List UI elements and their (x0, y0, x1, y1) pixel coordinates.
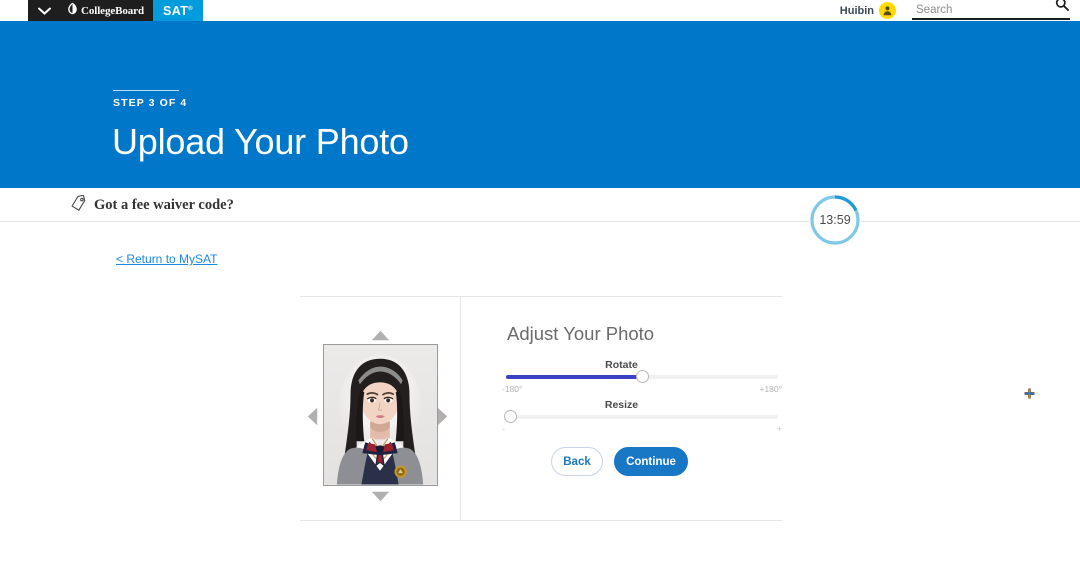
resize-slider-ticks: - + (502, 424, 782, 436)
resize-slider-handle[interactable] (504, 410, 517, 423)
tag-icon (70, 194, 87, 216)
photo-adjust-section: Adjust Your Photo Rotate -180° +180° Res… (461, 297, 782, 520)
search-box[interactable] (912, 0, 1070, 20)
collegeboard-label: CollegeBoard (81, 4, 144, 17)
chevron-down-icon (37, 7, 51, 15)
rotate-slider-fill (506, 375, 642, 379)
rotate-slider-track[interactable] (506, 370, 778, 383)
search-icon[interactable] (1055, 0, 1069, 16)
editor-button-row: Back Continue (461, 447, 782, 476)
registered-mark: ® (188, 5, 194, 12)
fee-waiver-bar: Got a fee waiver code? (0, 188, 1080, 399)
resize-min-label: - (502, 424, 505, 434)
rotate-slider-ticks: -180° +180° (502, 384, 782, 396)
rotate-slider-label: Rotate (605, 359, 638, 371)
acorn-logo-icon (67, 2, 78, 20)
photo-frame[interactable] (323, 344, 438, 486)
plus-cursor-icon (1024, 386, 1035, 399)
user-id-photo (324, 345, 437, 485)
return-to-mysat-link[interactable]: < Return to MySAT (116, 252, 217, 266)
arrow-down-icon[interactable] (371, 489, 390, 507)
session-timer: 13:59 (809, 194, 861, 246)
photo-preview-section (300, 297, 461, 520)
collegeboard-logo-button[interactable]: CollegeBoard (60, 0, 153, 21)
continue-button[interactable]: Continue (614, 447, 688, 476)
top-navigation-bar: CollegeBoard SAT® Huibin (0, 0, 1080, 21)
resize-slider-track[interactable] (504, 410, 778, 423)
resize-max-label: + (776, 424, 782, 434)
page-hero-banner: STEP 3 OF 4 Upload Your Photo (0, 21, 1080, 188)
adjust-photo-title: Adjust Your Photo (507, 323, 655, 344)
step-indicator: STEP 3 OF 4 (113, 97, 188, 109)
nav-menu-toggle[interactable] (28, 0, 60, 21)
rotate-max-label: +180° (759, 384, 782, 394)
sat-tab[interactable]: SAT® (152, 0, 204, 21)
rotate-slider-handle[interactable] (635, 370, 649, 383)
page-title: Upload Your Photo (112, 121, 409, 162)
photo-editor-panel: Adjust Your Photo Rotate -180° +180° Res… (300, 296, 782, 521)
rotate-min-label: -180° (502, 384, 523, 394)
rotate-slider[interactable]: -180° +180° (502, 370, 782, 396)
search-input[interactable] (912, 3, 1042, 16)
hero-divider-rule (113, 90, 179, 91)
user-account-group[interactable]: Huibin (840, 2, 896, 19)
top-nav-left-group: CollegeBoard SAT® (0, 0, 204, 21)
top-nav-right-group: Huibin (840, 0, 1080, 21)
timer-value: 13:59 (819, 213, 851, 227)
fee-waiver-link[interactable]: Got a fee waiver code? (70, 194, 234, 216)
arrow-right-icon[interactable] (437, 407, 448, 431)
username-label: Huibin (839, 4, 874, 17)
sat-label: SAT® (162, 3, 194, 18)
nav-left-spacer (0, 0, 28, 21)
user-avatar-icon[interactable] (879, 2, 896, 19)
fee-waiver-label: Got a fee waiver code? (94, 197, 234, 213)
back-button[interactable]: Back (551, 447, 603, 476)
resize-slider[interactable]: - + (502, 410, 782, 436)
arrow-left-icon[interactable] (307, 407, 318, 431)
